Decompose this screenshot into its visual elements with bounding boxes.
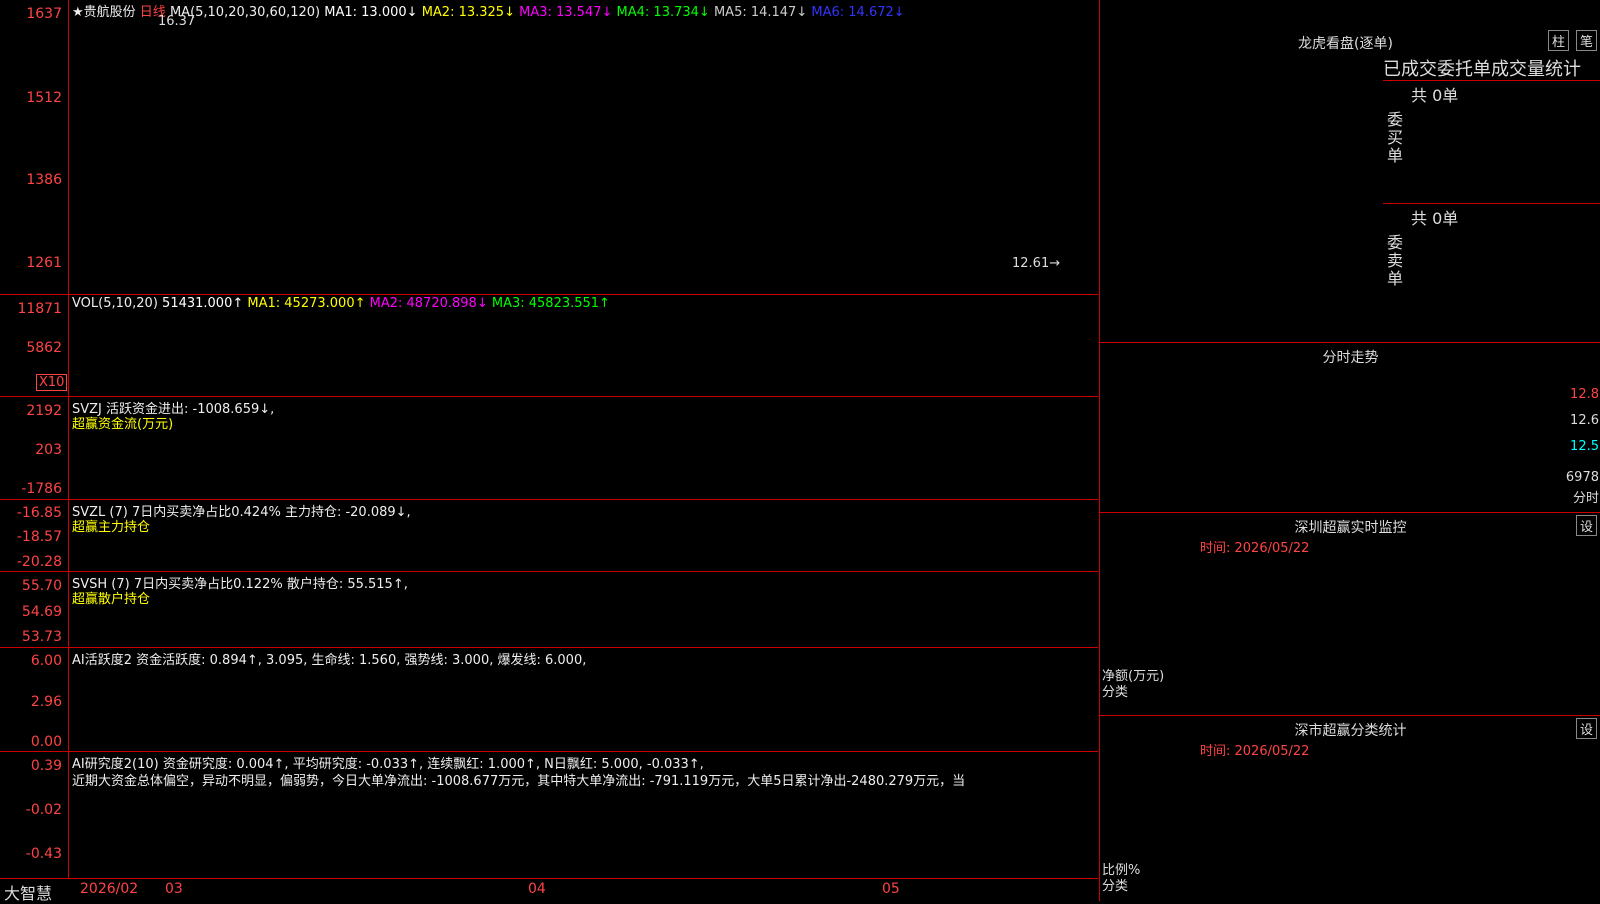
volume-header: VOL(5,10,20) 51431.000↑ MA1: 45273.000↑ … xyxy=(72,296,610,311)
svzl-tick: -20.28 xyxy=(16,554,62,570)
sell-side-label: 委卖单 xyxy=(1387,233,1404,288)
svsh-tick: 54.69 xyxy=(21,604,62,620)
ai-active-tick: 0.00 xyxy=(30,734,62,750)
ma3-value: MA3: 13.547↓ xyxy=(519,5,613,20)
svzj-tick: 203 xyxy=(35,442,62,458)
svzj-tick: -1786 xyxy=(21,481,62,497)
intraday-tick: 12.5 xyxy=(1570,439,1599,454)
sz-class-settings-button[interactable]: 设 xyxy=(1575,718,1597,739)
ma5-value: MA5: 14.147↓ xyxy=(713,5,808,20)
price-tick: 1386 xyxy=(26,172,62,188)
volume-y-axis: 11871 5862 X10 xyxy=(0,295,69,396)
intraday-volume-label: 分时 xyxy=(1572,491,1599,506)
ai-active-label: AI活跃度2 资金活跃度: 0.894↑, 3.095, 生命线: 1.560,… xyxy=(72,653,587,668)
svsh-tick: 53.73 xyxy=(21,629,62,645)
sz-class-panel[interactable]: 深市超赢分类统计 设 时间: 2026/05/22 比例% 分类 xyxy=(1099,715,1600,901)
app-name: 大智慧 xyxy=(4,884,53,903)
svzj-y-axis: 2192 203 -1786 xyxy=(0,397,69,499)
volume-unit: X10 xyxy=(36,374,68,391)
buy-orders-block: 共 0单 委买单 xyxy=(1383,80,1600,204)
svzj-subtitle: 超赢资金流(万元) xyxy=(72,417,174,432)
sz-class-axis-sub: 分类 xyxy=(1102,879,1129,894)
ma1-value: MA1: 13.000↓ xyxy=(324,5,418,20)
volume-tick: 11871 xyxy=(17,301,62,317)
svzl-subtitle: 超赢主力持仓 xyxy=(72,520,151,535)
high-price-label: 16.37 xyxy=(158,14,196,29)
volume-ma3: MA3: 45823.551↑ xyxy=(491,296,610,311)
candlestick-chart-area[interactable] xyxy=(70,0,1096,294)
svzl-tick: -18.57 xyxy=(16,529,62,545)
intraday-tick: 12.6 xyxy=(1570,413,1599,428)
price-header: ★贵航股份 日线 MA(5,10,20,30,60,120) MA1: 13.0… xyxy=(72,1,905,20)
ai-research-tick: 0.39 xyxy=(30,758,62,774)
date-axis: 大智慧 2026/02 03 04 05 xyxy=(0,879,1098,903)
volume-panel[interactable]: 11871 5862 X10 VOL(5,10,20) 51431.000↑ M… xyxy=(0,295,1098,397)
ai-research-tick: -0.43 xyxy=(25,846,62,862)
ai-research-y-axis: 0.39 -0.02 -0.43 xyxy=(0,752,69,878)
ai-active-y-axis: 6.00 2.96 0.00 xyxy=(0,648,69,751)
dragon-tiger-panel[interactable]: 龙虎看盘(逐单) 柱 笔 已成交委托单成交量统计 共 0单 委买单 共 0单 委… xyxy=(1099,0,1600,342)
ai-research-tick: -0.02 xyxy=(25,802,62,818)
volume-ma2: MA2: 48720.898↓ xyxy=(369,296,488,311)
price-tick: 1637 xyxy=(26,6,62,22)
price-tick: 1261 xyxy=(26,255,62,271)
svzl-tick: -16.85 xyxy=(16,505,62,521)
intraday-panel[interactable]: 分时走势 12.8 12.6 12.5 6978 分时 xyxy=(1099,342,1600,513)
intraday-volume-tick: 6978 xyxy=(1565,470,1599,485)
dragon-tiger-title: 龙虎看盘(逐单) xyxy=(1298,36,1393,52)
dragon-tiger-summary-title: 已成交委托单成交量统计 xyxy=(1383,59,1581,80)
buy-side-label: 委买单 xyxy=(1387,110,1404,165)
ai-research-panel[interactable]: 0.39 -0.02 -0.43 AI研究度2(10) 资金研究度: 0.004… xyxy=(0,752,1098,879)
svsh-subtitle: 超赢散户持仓 xyxy=(72,592,151,607)
price-y-axis: 1637 1512 1386 1261 xyxy=(0,0,69,294)
sz-monitor-time: 时间: 2026/05/22 xyxy=(1200,541,1310,556)
sz-monitor-title: 深圳超赢实时监控 xyxy=(1294,520,1407,536)
volume-value: 51431.000↑ xyxy=(162,296,244,311)
sz-monitor-axis-sub: 分类 xyxy=(1102,685,1129,700)
sz-monitor-panel[interactable]: 深圳超赢实时监控 设 时间: 2026/05/22 净额(万元) 分类 xyxy=(1099,512,1600,716)
date-label: 04 xyxy=(528,881,546,897)
svzl-y-axis: -16.85 -18.57 -20.28 xyxy=(0,500,69,571)
svsh-tick: 55.70 xyxy=(21,578,62,594)
ma4-value: MA4: 13.734↓ xyxy=(616,5,710,20)
ai-active-tick: 6.00 xyxy=(30,653,62,669)
price-tick: 1512 xyxy=(26,90,62,106)
stock-title[interactable]: ★贵航股份 xyxy=(72,5,136,20)
intraday-tick: 12.8 xyxy=(1570,387,1599,402)
tab-bar-view[interactable]: 柱 xyxy=(1547,30,1569,51)
tab-tick-view[interactable]: 笔 xyxy=(1575,30,1597,51)
sell-orders-block: 共 0单 委卖单 xyxy=(1383,203,1600,332)
sz-class-title: 深市超赢分类统计 xyxy=(1294,723,1407,739)
svsh-panel[interactable]: 55.70 54.69 53.73 SVSH (7) 7日内买卖净占比0.122… xyxy=(0,572,1098,648)
date-label: 2026/02 xyxy=(80,881,139,897)
svzl-panel[interactable]: -16.85 -18.57 -20.28 SVZL (7) 7日内买卖净占比0.… xyxy=(0,500,1098,572)
ai-active-panel[interactable]: 6.00 2.96 0.00 AI活跃度2 资金活跃度: 0.894↑, 3.0… xyxy=(0,648,1098,752)
ai-active-tick: 2.96 xyxy=(30,694,62,710)
svzj-panel[interactable]: 2192 203 -1786 SVZJ 活跃资金进出: -1008.659↓, … xyxy=(0,397,1098,500)
volume-label: VOL(5,10,20) xyxy=(72,296,158,311)
sz-class-time: 时间: 2026/05/22 xyxy=(1200,744,1310,759)
ma6-value: MA6: 14.672↓ xyxy=(811,5,905,20)
buy-total: 共 0单 xyxy=(1411,86,1459,105)
sell-total: 共 0单 xyxy=(1411,209,1459,228)
date-label: 05 xyxy=(882,881,900,897)
ma2-value: MA2: 13.325↓ xyxy=(421,5,515,20)
svsh-y-axis: 55.70 54.69 53.73 xyxy=(0,572,69,647)
volume-ma1: MA1: 45273.000↑ xyxy=(247,296,366,311)
svzj-tick: 2192 xyxy=(26,403,62,419)
sz-monitor-settings-button[interactable]: 设 xyxy=(1575,515,1597,536)
low-price-label: 12.61→ xyxy=(1012,256,1061,271)
price-panel[interactable]: 1637 1512 1386 1261 ★贵航股份 日线 MA(5,10,20,… xyxy=(0,0,1098,295)
volume-tick: 5862 xyxy=(26,340,62,356)
ai-research-commentary: 近期大资金总体偏空，异动不明显，偏弱势，今日大单净流出: -1008.677万元… xyxy=(72,774,966,789)
intraday-title: 分时走势 xyxy=(1322,350,1379,366)
date-label: 03 xyxy=(165,881,183,897)
